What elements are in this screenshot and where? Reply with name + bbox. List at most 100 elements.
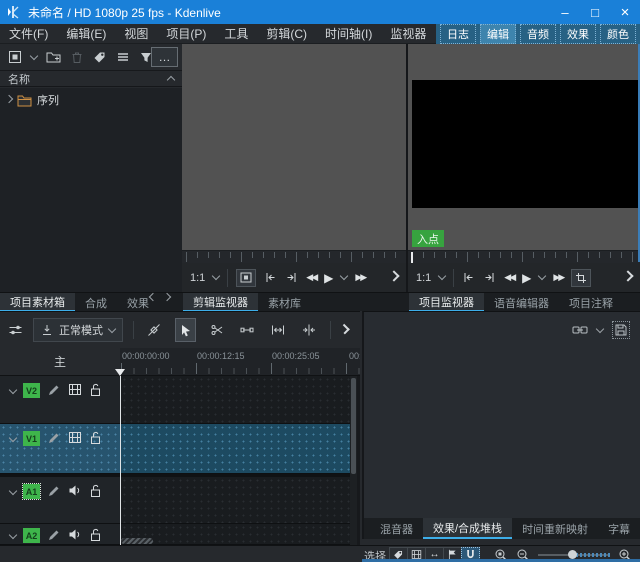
workspace-audio[interactable]: 音频	[520, 24, 556, 44]
bin-view-chevron-down-icon[interactable]	[29, 51, 39, 60]
mute-track-icon[interactable]	[68, 484, 82, 497]
menu-edit[interactable]: 编辑(E)	[57, 25, 115, 42]
tab-project-notes[interactable]: 项目注释	[559, 293, 623, 312]
tab-project-monitor[interactable]: 项目监视器	[409, 293, 484, 312]
workspace-editing[interactable]: 编辑	[480, 24, 516, 44]
mute-track-icon[interactable]	[68, 528, 82, 541]
play-button[interactable]: ▶	[522, 272, 531, 284]
spacer-tool-button[interactable]	[237, 318, 258, 342]
bin-item-sequence[interactable]: 序列	[0, 88, 182, 108]
show-thumbnails-icon[interactable]	[68, 383, 82, 396]
lock-track-icon[interactable]	[89, 383, 102, 397]
create-folder-button[interactable]	[46, 50, 61, 64]
track-header-a1[interactable]: A1	[0, 477, 120, 524]
fit-zoom-button[interactable]	[268, 318, 289, 342]
mix-clips-icon[interactable]	[144, 318, 165, 342]
effect-stack-chevron-down-icon[interactable]	[595, 324, 605, 333]
project-transport-overflow-icon[interactable]	[622, 270, 634, 282]
tab-mixer[interactable]: 混音器	[370, 518, 423, 539]
clip-transport-overflow-icon[interactable]	[388, 270, 400, 282]
bin-more-button[interactable]: …	[151, 47, 178, 67]
scrollbar-thumb[interactable]	[351, 378, 356, 474]
razor-tool-button[interactable]	[206, 318, 227, 342]
menu-file[interactable]: 文件(F)	[0, 25, 57, 42]
show-thumbnails-icon[interactable]	[68, 431, 82, 444]
project-monitor-screen[interactable]: 入点	[408, 44, 640, 250]
edit-track-name-icon[interactable]	[47, 383, 61, 397]
tab-effect-stack[interactable]: 效果/合成堆栈	[423, 518, 513, 539]
tab-project-bin[interactable]: 项目素材箱	[0, 293, 75, 312]
tab-speech-editor[interactable]: 语音编辑器	[484, 293, 559, 312]
workspace-logging[interactable]: 日志	[440, 24, 476, 44]
video-frame[interactable]	[412, 80, 638, 208]
menu-clip[interactable]: 剪辑(C)	[257, 25, 316, 42]
track-header-a2[interactable]: A2	[0, 524, 120, 545]
track-lane-v2[interactable]	[120, 376, 350, 424]
save-effect-stack-button[interactable]	[612, 321, 630, 339]
collapse-track-icon[interactable]	[8, 530, 18, 540]
collapse-track-icon[interactable]	[8, 433, 18, 443]
play-button[interactable]: ▶	[324, 272, 333, 284]
project-monitor-ruler[interactable]	[408, 250, 640, 263]
track-badge[interactable]: A1	[22, 483, 41, 500]
bin-column-header[interactable]: 名称	[0, 70, 182, 87]
split-audio-video-icon[interactable]	[299, 318, 320, 342]
tag-button[interactable]	[93, 50, 107, 64]
zoom-slider-handle[interactable]	[568, 550, 577, 559]
timeline-ruler[interactable]: 00:00:00:00 00:00:12:15 00:00:25:05 00:	[120, 348, 360, 376]
play-options-chevron-icon[interactable]	[340, 271, 349, 281]
timeline-horizontal-scrollbar[interactable]	[121, 538, 153, 544]
bin-view-mode-icon[interactable]	[8, 50, 22, 64]
track-header-v1[interactable]: V1	[0, 424, 120, 474]
timeline-master-header[interactable]: 主	[0, 348, 120, 376]
track-badge[interactable]: V2	[23, 383, 40, 398]
compare-effect-icon[interactable]	[572, 324, 588, 336]
go-to-zone-end-icon[interactable]	[285, 271, 298, 284]
track-lane-a1[interactable]	[120, 477, 350, 524]
scroll-tabs-right-icon[interactable]	[162, 292, 172, 302]
go-to-zone-start-icon[interactable]	[462, 271, 475, 284]
play-options-chevron-icon[interactable]	[538, 271, 547, 281]
track-header-v2[interactable]: V2	[0, 376, 120, 424]
project-zoom-chevron-down-icon[interactable]	[438, 271, 447, 281]
project-zoom-level[interactable]: 1:1	[416, 272, 431, 284]
edit-track-name-icon[interactable]	[47, 528, 61, 542]
selection-tool-button[interactable]	[174, 318, 197, 342]
timeline-vertical-scrollbar[interactable]	[350, 376, 357, 545]
rewind-button[interactable]: ◀◀	[504, 273, 516, 282]
close-button[interactable]: ×	[610, 0, 640, 24]
menu-view[interactable]: 视图	[115, 25, 157, 42]
tab-clip-monitor[interactable]: 剪辑监视器	[183, 293, 258, 312]
fast-forward-button[interactable]: ▶▶	[553, 273, 565, 282]
lock-track-icon[interactable]	[89, 431, 102, 445]
workspace-color[interactable]: 颜色	[600, 24, 636, 44]
tab-library[interactable]: 素材库	[258, 293, 311, 312]
delete-button[interactable]	[70, 50, 84, 64]
playhead-handle[interactable]	[115, 369, 125, 376]
collapse-track-icon[interactable]	[8, 385, 18, 395]
zone-mode-button[interactable]	[236, 268, 257, 287]
lock-track-icon[interactable]	[89, 528, 102, 542]
go-to-zone-start-icon[interactable]	[264, 271, 277, 284]
menu-timeline[interactable]: 时间轴(I)	[316, 25, 381, 42]
clip-monitor-screen[interactable]	[182, 44, 406, 250]
timeline-toolbar-overflow-icon[interactable]	[338, 323, 350, 334]
tab-time-remap[interactable]: 时间重新映射	[512, 518, 598, 539]
edit-track-name-icon[interactable]	[47, 484, 61, 498]
track-lane-v1[interactable]	[120, 424, 350, 474]
edit-track-name-icon[interactable]	[47, 431, 61, 445]
guides-overlay-button[interactable]	[571, 268, 592, 287]
fast-forward-button[interactable]: ▶▶	[355, 273, 367, 282]
rewind-button[interactable]: ◀◀	[306, 273, 318, 282]
menu-project[interactable]: 项目(P)	[157, 25, 215, 42]
bin-menu-icon[interactable]	[116, 50, 130, 64]
expander-icon[interactable]	[4, 94, 14, 103]
timeline-settings-icon[interactable]	[8, 323, 23, 337]
minimize-button[interactable]: –	[550, 0, 580, 24]
clip-monitor-ruler[interactable]	[182, 250, 406, 263]
clip-zoom-chevron-down-icon[interactable]	[212, 271, 221, 281]
go-to-zone-end-icon[interactable]	[483, 271, 496, 284]
tab-compositions[interactable]: 合成	[75, 293, 117, 312]
lock-track-icon[interactable]	[89, 484, 102, 498]
menu-monitor[interactable]: 监视器	[381, 25, 435, 42]
